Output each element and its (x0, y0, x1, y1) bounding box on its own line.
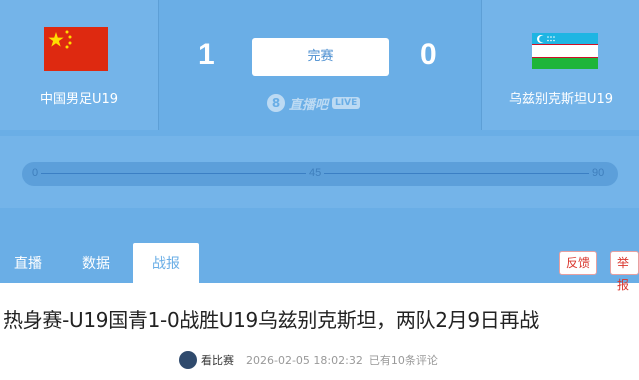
match-header: 中国男足U19 1 完赛 0 8 直播吧 LIVE 乌兹别克斯坦U19 0 45… (0, 0, 639, 243)
tab-bar: 直播 数据 战报 反馈 举报 (0, 243, 639, 292)
timeline-tick-half: 45 (306, 166, 325, 181)
tab-data[interactable]: 数据 (66, 243, 126, 283)
live-badge: LIVE (332, 97, 361, 109)
match-status-badge: 完赛 (252, 38, 389, 76)
brand-watermark: 8 直播吧 LIVE (267, 93, 361, 113)
timeline-tick-start: 0 (29, 166, 42, 181)
source-avatar-icon (179, 351, 197, 369)
uzbekistan-flag-icon (532, 33, 598, 69)
article-title: 热身赛-U19国青1-0战胜U19乌兹别克斯坦，两队2月9日再战 (3, 308, 539, 332)
away-team[interactable]: 乌兹别克斯坦U19 (481, 0, 639, 130)
timeline-tick-end: 90 (589, 166, 608, 181)
comment-count[interactable]: 已有10条评论 (369, 352, 438, 368)
brand-logo-icon: 8 (267, 94, 285, 112)
match-timeline: 0 45 90 (22, 162, 618, 186)
brand-name: 直播吧 (289, 97, 329, 113)
home-team[interactable]: 中国男足U19 (0, 0, 159, 130)
away-team-name: 乌兹别克斯坦U19 (508, 92, 614, 107)
china-flag-icon (44, 27, 108, 71)
article-meta: 看比赛 2026-02-05 18:02:32 已有10条评论 (179, 350, 438, 370)
home-team-name: 中国男足U19 (39, 92, 119, 107)
away-score: 0 (420, 38, 437, 71)
feedback-button[interactable]: 反馈 (559, 251, 598, 275)
tab-report[interactable]: 战报 (133, 243, 199, 283)
home-score: 1 (198, 38, 215, 71)
tab-live[interactable]: 直播 (0, 243, 56, 283)
article-timestamp: 2026-02-05 18:02:32 (246, 353, 363, 367)
article-source[interactable]: 看比赛 (201, 352, 234, 368)
report-button[interactable]: 举报 (610, 251, 639, 292)
